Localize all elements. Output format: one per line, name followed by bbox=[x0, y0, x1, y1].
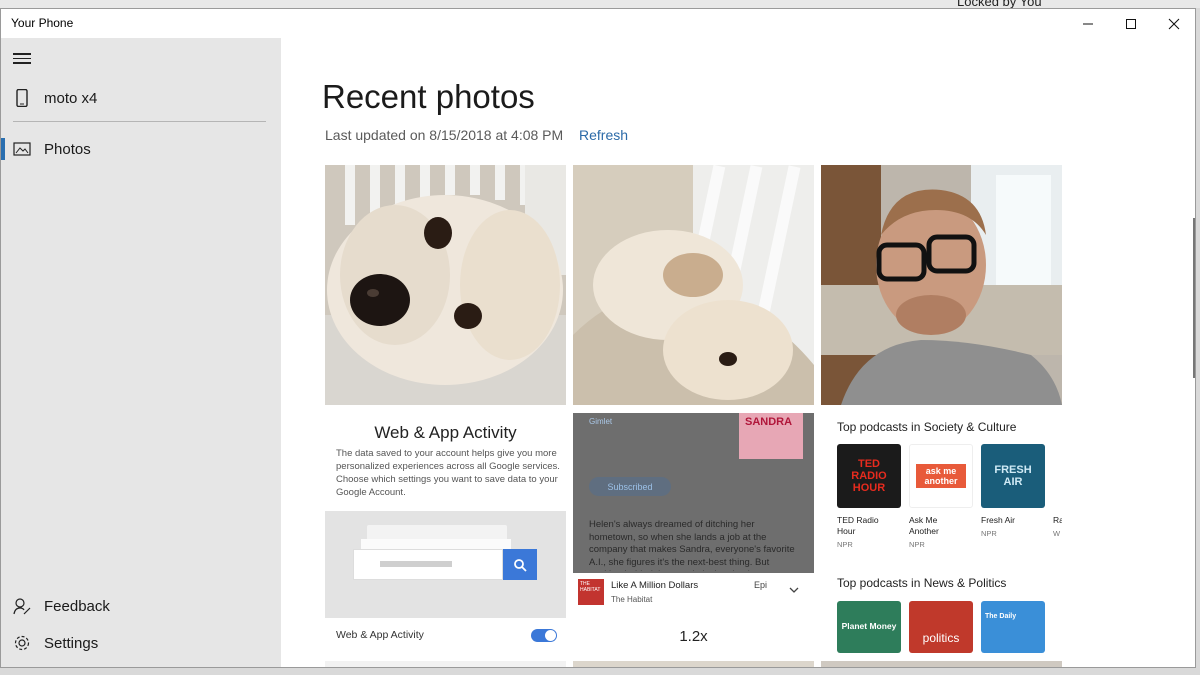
sidebar-item-photos[interactable]: Photos bbox=[1, 129, 281, 169]
app-title: Your Phone bbox=[11, 16, 74, 30]
podcast-publisher: Gimlet bbox=[589, 417, 613, 426]
main-content: Recent photos Last updated on 8/15/2018 … bbox=[281, 38, 1195, 667]
sidebar-item-feedback[interactable]: Feedback bbox=[1, 586, 281, 626]
podcast-title: Ra bbox=[1053, 515, 1062, 525]
photo-tile[interactable] bbox=[325, 165, 566, 405]
podcast-title: Hour bbox=[837, 526, 856, 536]
section-title: Top podcasts in Society & Culture bbox=[837, 420, 1017, 434]
podcast-title: Ask Me bbox=[909, 515, 938, 525]
maximize-button[interactable] bbox=[1109, 9, 1153, 38]
subscribed-label: Subscribed bbox=[607, 481, 653, 492]
podcast-art-text: TED RADIO HOUR bbox=[851, 458, 887, 494]
episode-label: Epi bbox=[754, 580, 768, 590]
podcast-publisher: NPR bbox=[981, 529, 997, 538]
chevron-down-icon bbox=[789, 581, 799, 599]
subscribed-badge: Subscribed bbox=[589, 477, 671, 496]
activity-toggle-label: Web & App Activity bbox=[336, 629, 424, 641]
podcast-title: Another bbox=[909, 526, 939, 536]
device-name: moto x4 bbox=[44, 89, 98, 107]
photo-tile[interactable]: Top podcasts in Society & Culture TED RA… bbox=[821, 413, 1062, 653]
podcast-description: Helen's always dreamed of ditching her h… bbox=[589, 519, 802, 571]
now-playing-art-text: THE HABITAT bbox=[580, 581, 601, 593]
photo-tile[interactable] bbox=[573, 165, 814, 405]
podcast-publisher: W bbox=[1053, 529, 1061, 538]
minimize-icon bbox=[1083, 23, 1093, 24]
podcast-art-planet-money: Planet Money bbox=[837, 601, 901, 653]
podcast-art-text: The Daily bbox=[985, 613, 1017, 620]
app-window: Your Phone moto x4 Photos Feedback Setti… bbox=[0, 8, 1196, 668]
sidebar-item-label: Settings bbox=[44, 634, 99, 652]
activity-heading: Web & App Activity bbox=[374, 423, 517, 442]
activity-toggle bbox=[531, 629, 557, 642]
photo-tile[interactable]: Web & App Activity The data saved to you… bbox=[325, 413, 566, 653]
dog-lying-photo bbox=[573, 165, 814, 405]
selfie-photo bbox=[821, 165, 1062, 405]
sidebar-item-label: Photos bbox=[44, 140, 91, 158]
refresh-link[interactable]: Refresh bbox=[579, 127, 628, 143]
podcast-art-text: politics bbox=[922, 631, 960, 645]
podcast-art-ted: TED RADIO HOUR bbox=[837, 444, 901, 508]
sidebar-item-settings[interactable]: Settings bbox=[1, 623, 281, 663]
dog-closeup-photo bbox=[325, 165, 566, 405]
background-window-strip: Locked by You bbox=[0, 0, 1200, 9]
photo-tile[interactable] bbox=[821, 165, 1062, 405]
sidebar: moto x4 Photos Feedback Settings bbox=[1, 38, 281, 667]
podcast-cover: SANDRA bbox=[739, 413, 803, 459]
podcast-publisher: NPR bbox=[909, 540, 925, 549]
gear-icon bbox=[13, 634, 31, 652]
podcast-art-the-daily: The Daily bbox=[981, 601, 1045, 653]
hamburger-menu-icon[interactable] bbox=[13, 53, 31, 65]
now-playing-bar: THE HABITAT Like A Million Dollars The H… bbox=[573, 573, 814, 653]
podcast-art-text: Planet Money bbox=[841, 621, 897, 631]
activity-body: The data saved to your account helps giv… bbox=[336, 448, 560, 498]
photo-tile-partial[interactable] bbox=[325, 661, 566, 667]
now-playing-show: The Habitat bbox=[611, 595, 653, 604]
scrollbar[interactable] bbox=[1193, 218, 1195, 378]
now-playing-art: THE HABITAT bbox=[578, 579, 604, 605]
close-button[interactable] bbox=[1152, 9, 1195, 38]
sidebar-divider bbox=[13, 121, 266, 122]
selection-indicator bbox=[1, 138, 5, 160]
feedback-icon bbox=[13, 597, 31, 615]
maximize-icon bbox=[1126, 18, 1136, 29]
photos-icon bbox=[13, 140, 31, 158]
podcast-art-ama: ask me another bbox=[909, 444, 973, 508]
photo-tile[interactable]: Gimlet SANDRA Subscribed Helen's always … bbox=[573, 413, 814, 653]
sidebar-item-label: Feedback bbox=[44, 597, 110, 615]
activity-illustration bbox=[325, 511, 566, 618]
podcast-art-npr-politics: politics bbox=[909, 601, 973, 653]
podcast-publisher: NPR bbox=[837, 540, 853, 549]
minimize-button[interactable] bbox=[1066, 9, 1110, 38]
search-icon bbox=[503, 549, 537, 580]
playback-speed: 1.2x bbox=[679, 628, 708, 645]
device-item[interactable]: moto x4 bbox=[1, 78, 281, 118]
podcast-title: Fresh Air bbox=[981, 515, 1016, 525]
section-title: Top podcasts in News & Politics bbox=[837, 576, 1007, 590]
photo-tile-partial[interactable] bbox=[573, 661, 814, 667]
podcast-art-text: ask me another bbox=[916, 464, 966, 488]
now-playing-title: Like A Million Dollars bbox=[611, 580, 699, 591]
page-title: Recent photos bbox=[322, 78, 535, 115]
last-updated-text: Last updated on 8/15/2018 at 4:08 PM bbox=[325, 127, 564, 143]
podcast-art-text: FRESH AIR bbox=[994, 464, 1032, 488]
podcast-art-fresh-air: FRESH AIR bbox=[981, 444, 1045, 508]
photo-tile-partial[interactable] bbox=[821, 661, 1062, 667]
phone-icon bbox=[13, 89, 31, 107]
title-bar: Your Phone bbox=[1, 9, 1195, 38]
close-icon bbox=[1168, 18, 1180, 29]
podcast-cover-text: SANDRA bbox=[745, 416, 793, 428]
podcast-title: TED Radio bbox=[837, 515, 879, 525]
